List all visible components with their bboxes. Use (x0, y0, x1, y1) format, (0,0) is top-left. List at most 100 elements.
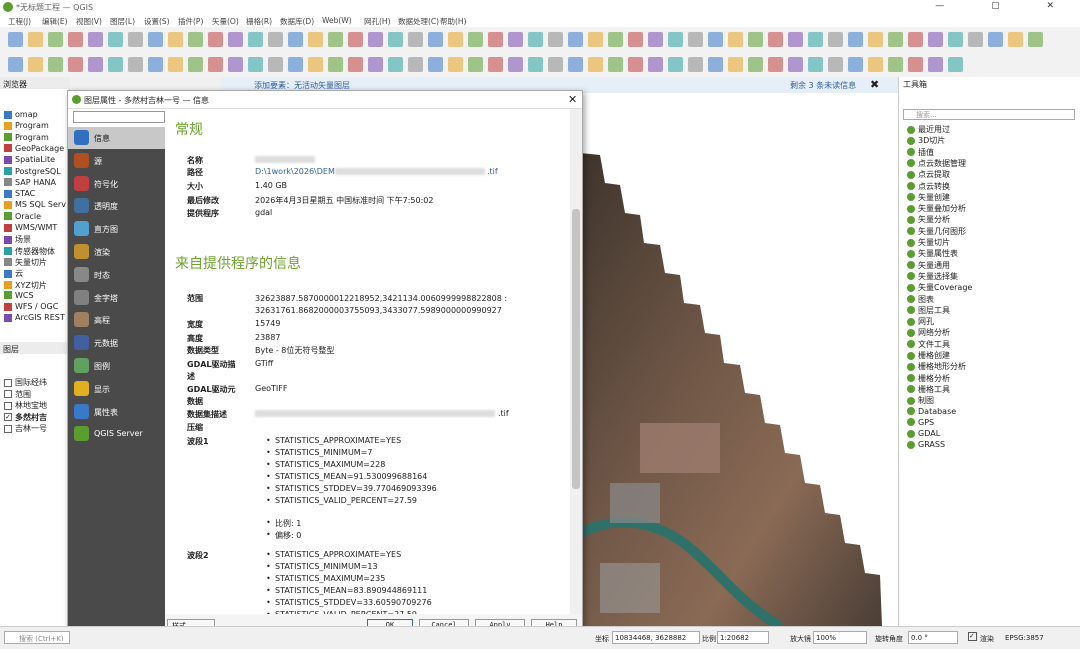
toolbox-item[interactable]: 栅格工具 (907, 384, 950, 395)
sidebar-item[interactable]: 渲染 (68, 241, 165, 263)
toolbar-button-icon[interactable] (268, 32, 283, 47)
toolbox-item[interactable]: 插值 (907, 147, 934, 158)
toolbox-item[interactable]: 图表 (907, 294, 934, 305)
toolbar-button-icon[interactable] (788, 57, 803, 72)
toolbar-button-icon[interactable] (708, 32, 723, 47)
toolbar-button-icon[interactable] (548, 32, 563, 47)
toolbar-button-icon[interactable] (108, 32, 123, 47)
toolbar-button-icon[interactable] (268, 57, 283, 72)
toolbar-button-icon[interactable] (448, 32, 463, 47)
toolbar-button-icon[interactable] (688, 57, 703, 72)
menu-item[interactable]: 网孔(H) (364, 16, 391, 27)
browser-item[interactable]: WFS / OGC (4, 302, 58, 311)
scale-field[interactable]: 1:20682 (717, 631, 769, 644)
sidebar-item[interactable]: 时态 (68, 264, 165, 286)
toolbar-button-icon[interactable] (388, 32, 403, 47)
close-icon[interactable]: ✕ (568, 93, 577, 106)
menu-item[interactable]: 帮助(H) (440, 16, 467, 27)
layer-checkbox[interactable]: ✓ (4, 413, 12, 421)
toolbox-item[interactable]: 矢量叠加分析 (907, 203, 966, 214)
toolbar-button-icon[interactable] (348, 32, 363, 47)
browser-item[interactable]: ArcGIS REST (4, 313, 65, 322)
toolbox-item[interactable]: 矢量选择集 (907, 271, 958, 282)
layer-item[interactable]: 范围 (4, 389, 31, 400)
toolbar-button-icon[interactable] (388, 57, 403, 72)
toolbar-button-icon[interactable] (508, 32, 523, 47)
browser-item[interactable]: Program (4, 121, 49, 130)
layer-item[interactable]: 国际经纬 (4, 377, 47, 388)
toolbar-button-icon[interactable] (748, 57, 763, 72)
toolbar-button-icon[interactable] (188, 57, 203, 72)
browser-item[interactable]: 传感器物体 (4, 246, 55, 257)
toolbar-button-icon[interactable] (728, 32, 743, 47)
toolbar-button-icon[interactable] (568, 57, 583, 72)
toolbar-button-icon[interactable] (588, 32, 603, 47)
toolbox-item[interactable]: 点云提取 (907, 169, 950, 180)
rotation-field[interactable]: 0.0 ° (908, 631, 958, 644)
browser-item[interactable]: SpatiaLite (4, 155, 55, 164)
menu-item[interactable]: 编辑(E) (42, 16, 68, 27)
browser-item[interactable]: WMS/WMT (4, 223, 57, 232)
toolbar-button-icon[interactable] (168, 32, 183, 47)
toolbar-button-icon[interactable] (928, 57, 943, 72)
toolbar-button-icon[interactable] (888, 32, 903, 47)
toolbox-item[interactable]: 矢量属性表 (907, 248, 958, 259)
toolbar-button-icon[interactable] (68, 32, 83, 47)
toolbar-button-icon[interactable] (248, 57, 263, 72)
toolbar-button-icon[interactable] (228, 32, 243, 47)
toolbar-button-icon[interactable] (808, 32, 823, 47)
toolbox-item[interactable]: 矢量分析 (907, 214, 950, 225)
toolbar-button-icon[interactable] (628, 57, 643, 72)
toolbar-button-icon[interactable] (208, 57, 223, 72)
scrollbar-thumb[interactable] (572, 209, 580, 489)
sidebar-item[interactable]: 高程 (68, 309, 165, 331)
window-controls[interactable]: — ▢ ✕ (935, 1, 1076, 11)
toolbar-button-icon[interactable] (48, 32, 63, 47)
toolbar-button-icon[interactable] (188, 32, 203, 47)
menu-item[interactable]: 工程(J) (8, 16, 31, 27)
toolbar-button-icon[interactable] (288, 57, 303, 72)
toolbox-item[interactable]: 文件工具 (907, 339, 950, 350)
toolbox-item[interactable]: 栅格分析 (907, 373, 950, 384)
toolbar-button-icon[interactable] (148, 57, 163, 72)
sidebar-item[interactable]: 属性表 (68, 401, 165, 423)
browser-item[interactable]: Program (4, 133, 49, 142)
toolbar-button-icon[interactable] (428, 57, 443, 72)
toolbar-button-icon[interactable] (448, 57, 463, 72)
toolbar-button-icon[interactable] (288, 32, 303, 47)
browser-item[interactable]: 场景 (4, 234, 31, 245)
layer-checkbox[interactable] (4, 390, 12, 398)
toolbar-button-icon[interactable] (408, 32, 423, 47)
layer-checkbox[interactable] (4, 378, 12, 387)
toolbar-button-icon[interactable] (908, 57, 923, 72)
browser-item[interactable]: WCS (4, 291, 34, 300)
toolbar-button-icon[interactable] (548, 57, 563, 72)
menu-item[interactable]: 插件(P) (178, 16, 203, 27)
toolbar-button-icon[interactable] (48, 57, 63, 72)
toolbox-item[interactable]: 矢量几何图形 (907, 226, 966, 237)
toolbox-search-input[interactable]: 搜索... (903, 109, 1075, 120)
map-canvas[interactable] (580, 93, 898, 626)
toolbar-button-icon[interactable] (628, 32, 643, 47)
toolbox-item[interactable]: 点云数据管理 (907, 158, 966, 169)
sidebar-item[interactable]: 源 (68, 150, 165, 172)
browser-item[interactable]: GeoPackage (4, 144, 64, 153)
toolbar-button-icon[interactable] (8, 32, 23, 47)
toolbar-button-icon[interactable] (68, 57, 83, 72)
crs-button[interactable]: EPSG:3857 (1005, 634, 1044, 642)
toolbar-button-icon[interactable] (528, 57, 543, 72)
toolbar-button-icon[interactable] (668, 57, 683, 72)
toolbar-button-icon[interactable] (248, 32, 263, 47)
toolbar-button-icon[interactable] (468, 32, 483, 47)
toolbox-item[interactable]: 矢量切片 (907, 237, 950, 248)
browser-item[interactable]: Oracle (4, 212, 41, 221)
toolbar-button-icon[interactable] (28, 32, 43, 47)
toolbar-button-icon[interactable] (28, 57, 43, 72)
layer-item[interactable]: 林地宝地 (4, 400, 47, 411)
sidebar-item[interactable]: 显示 (68, 378, 165, 400)
toolbar-button-icon[interactable] (348, 57, 363, 72)
toolbox-item[interactable]: 网孔 (907, 316, 934, 327)
toolbar-button-icon[interactable] (368, 57, 383, 72)
toolbar-button-icon[interactable] (828, 57, 843, 72)
toolbar-button-icon[interactable] (508, 57, 523, 72)
